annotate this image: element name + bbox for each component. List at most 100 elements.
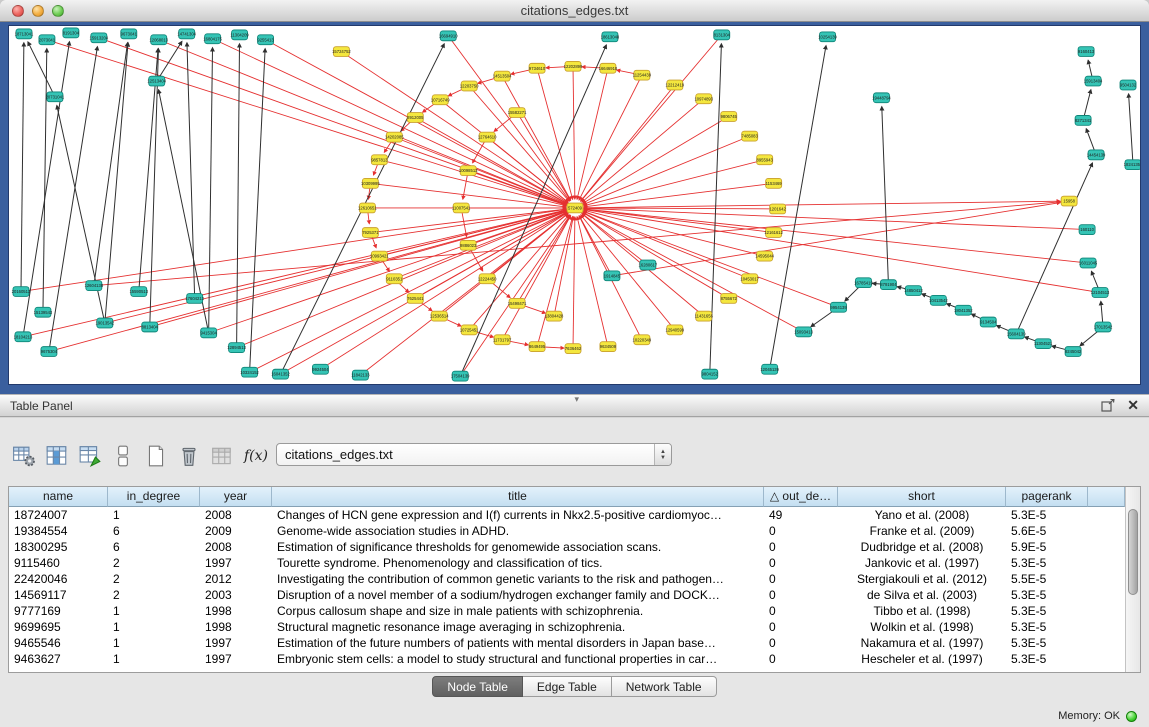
graph-node[interactable]: 12104513 xyxy=(1091,288,1110,298)
function-builder-icon[interactable]: f(x) xyxy=(241,442,271,471)
graph-edge[interactable] xyxy=(213,39,567,204)
graph-edge[interactable] xyxy=(575,201,1060,208)
graph-node[interactable]: 15139543 xyxy=(34,307,53,317)
graph-node[interactable]: 16646910 xyxy=(599,63,618,73)
graph-node[interactable]: 7636462 xyxy=(565,344,582,354)
graph-node[interactable]: 8912005 xyxy=(407,113,424,123)
graph-node[interactable]: 12202899 xyxy=(564,61,583,71)
graph-node[interactable]: 15093413 xyxy=(794,327,813,337)
graph-node[interactable]: 9415304 xyxy=(200,328,217,338)
show-columns-icon[interactable] xyxy=(43,442,73,471)
graph-node[interactable]: 12604138 xyxy=(85,281,104,291)
graph-node[interactable]: 10453017 xyxy=(740,274,759,284)
tab-network-table[interactable]: Network Table xyxy=(612,676,717,697)
graph-node[interactable]: 572409 xyxy=(567,203,583,213)
graph-node[interactable]: 11431656 xyxy=(695,311,714,321)
delete-table-icon[interactable] xyxy=(175,442,205,471)
close-panel-icon[interactable]: ✕ xyxy=(1127,397,1139,414)
graph-node[interactable]: 12940599 xyxy=(666,325,685,335)
graph-node[interactable]: 1201642 xyxy=(769,204,786,214)
graph-node[interactable]: 15582271 xyxy=(508,108,527,118)
graph-node[interactable]: 1914845 xyxy=(604,271,621,281)
graph-node[interactable]: 9110351 xyxy=(386,274,403,284)
graph-edge[interactable] xyxy=(150,210,567,327)
graph-node[interactable]: 16694910 xyxy=(439,31,458,41)
graph-node[interactable]: 8955943 xyxy=(757,155,774,165)
graph-node[interactable]: 12894513 xyxy=(227,343,246,353)
graph-node[interactable]: 9673041 xyxy=(121,29,138,39)
table-row[interactable]: 977716911998Corpus callosum shape and si… xyxy=(9,603,1140,619)
graph-node[interactable]: 18104213 xyxy=(14,332,33,342)
graph-edge[interactable] xyxy=(469,86,569,201)
graph-edge[interactable] xyxy=(250,49,266,373)
graph-node[interactable]: 15590513 xyxy=(129,287,148,297)
graph-edge[interactable] xyxy=(150,49,159,327)
graph-node[interactable]: 12764610 xyxy=(478,132,497,142)
graph-edge[interactable] xyxy=(573,66,575,199)
graph-edge[interactable] xyxy=(21,43,24,292)
graph-node[interactable]: 9634509 xyxy=(600,342,617,352)
graph-node[interactable]: 10309995 xyxy=(361,178,380,188)
graph-node[interactable]: 9734610 xyxy=(529,63,546,73)
graph-edge[interactable] xyxy=(209,211,567,333)
graph-edge[interactable] xyxy=(209,48,213,333)
graph-node[interactable]: 19013542 xyxy=(96,318,115,328)
graph-node[interactable]: 15913204 xyxy=(90,33,109,43)
graph-node[interactable]: 7925371 xyxy=(362,228,379,238)
graph-node[interactable]: 9886023 xyxy=(460,240,477,250)
graph-node[interactable]: 18713041 xyxy=(15,29,34,39)
graph-edge[interactable] xyxy=(99,38,567,205)
graph-node[interactable]: 12513404 xyxy=(147,76,166,86)
graph-node[interactable]: 9924504 xyxy=(312,364,329,374)
graph-node[interactable]: 15604139 xyxy=(1007,329,1026,339)
graph-edge[interactable] xyxy=(1016,163,1092,334)
graph-node[interactable]: 8131304 xyxy=(714,30,731,40)
import-table-icon[interactable] xyxy=(208,442,238,471)
graph-node[interactable]: 1153469 xyxy=(766,178,783,188)
graph-edge[interactable] xyxy=(94,202,1060,286)
table-selector[interactable]: citations_edges.txt ▲▼ xyxy=(276,443,672,466)
table-row[interactable]: 1830029562008Estimation of significance … xyxy=(9,539,1140,555)
graph-node[interactable]: 11731797 xyxy=(493,335,512,345)
graph-node[interactable]: 8755672 xyxy=(721,294,738,304)
graph-node[interactable]: 16280617 xyxy=(639,260,658,270)
graph-edge[interactable] xyxy=(612,203,1060,276)
graph-edge[interactable] xyxy=(584,160,765,206)
scrollbar-thumb[interactable] xyxy=(1128,509,1138,595)
table-row[interactable]: 946554611997Estimation of the future num… xyxy=(9,635,1140,651)
zoom-window-icon[interactable] xyxy=(52,5,64,17)
graph-node[interactable]: 18613048 xyxy=(601,32,620,42)
graph-edge[interactable] xyxy=(584,183,774,206)
minimize-window-icon[interactable] xyxy=(32,5,44,17)
graph-node[interactable]: 8813404 xyxy=(142,322,159,332)
graph-node[interactable]: 14850413 xyxy=(904,286,923,296)
graph-node[interactable]: 12161612 xyxy=(764,228,783,238)
graph-node[interactable]: 12068013 xyxy=(149,35,168,45)
graph-node[interactable]: 12203750 xyxy=(460,81,479,91)
column-header-title[interactable]: title xyxy=(272,487,764,507)
graph-node[interactable]: 8271341 xyxy=(1075,116,1092,126)
edit-rows-icon[interactable] xyxy=(76,442,106,471)
column-header-name[interactable]: name xyxy=(9,487,108,507)
graph-edge[interactable] xyxy=(577,68,608,199)
graph-node[interactable]: 14202085 xyxy=(385,132,404,142)
graph-edge[interactable] xyxy=(448,36,569,201)
graph-edge[interactable] xyxy=(582,99,704,202)
graph-edge[interactable] xyxy=(584,208,1087,229)
graph-node[interactable]: 12212419 xyxy=(666,80,685,90)
graph-node[interactable]: 8191304 xyxy=(63,28,80,38)
graph-node[interactable]: 19448794 xyxy=(872,93,891,103)
graph-node[interactable]: 160110 xyxy=(1079,225,1095,235)
graph-node[interactable]: 16804175 xyxy=(203,34,222,44)
graph-node[interactable]: 9160413 xyxy=(1078,47,1095,57)
graph-edge[interactable] xyxy=(460,215,570,376)
graph-node[interactable]: 9134504 xyxy=(980,317,997,327)
graph-edge[interactable] xyxy=(1129,94,1133,165)
graph-node[interactable]: 15498471 xyxy=(508,298,527,308)
graph-node[interactable]: 9245042 xyxy=(1065,347,1082,357)
graph-node[interactable]: 17504139 xyxy=(451,371,470,381)
graph-node[interactable]: 14741304 xyxy=(177,29,196,39)
graph-node[interactable]: 12610651 xyxy=(358,203,377,213)
compact-rows-icon[interactable] xyxy=(109,442,139,471)
table-row[interactable]: 946362711997Embryonic stem cells: a mode… xyxy=(9,651,1140,667)
